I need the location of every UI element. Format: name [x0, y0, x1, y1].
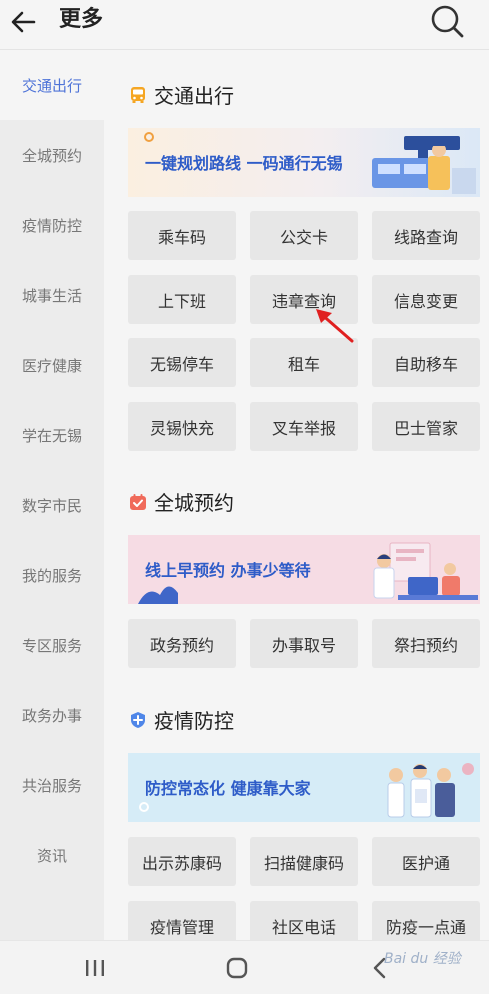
tile-violation-query[interactable]: 违章查询 — [250, 275, 358, 324]
recent-apps-icon — [86, 960, 104, 976]
shield-icon — [131, 712, 145, 728]
sidebar-item-co-governance[interactable]: 共治服务 — [0, 750, 104, 820]
banner-epidemic[interactable]: 防控常态化 健康靠大家 — [128, 753, 480, 822]
sidebar-item-my-services[interactable]: 我的服务 — [0, 540, 104, 610]
tile-self-move-car[interactable]: 自助移车 — [372, 338, 480, 387]
section-title-booking: 全城预约 — [154, 491, 234, 515]
tile-gov-booking[interactable]: 政务预约 — [128, 619, 236, 668]
tile-quick-charge[interactable]: 灵锡快充 — [128, 402, 236, 451]
tile-wuxi-parking[interactable]: 无锡停车 — [128, 338, 236, 387]
content-panel: 交通出行 一键规划路线 一码通行无锡 乘车码 公交卡 线路查询 上下班 违章查询… — [104, 50, 489, 940]
tile-forklift-report[interactable]: 叉车举报 — [250, 402, 358, 451]
sidebar-item-city-life[interactable]: 城事生活 — [0, 260, 104, 330]
tile-medical-pass[interactable]: 医护通 — [372, 837, 480, 886]
section-title-traffic: 交通出行 — [154, 84, 234, 108]
page-title: 更多 — [59, 7, 104, 32]
tile-community-phone[interactable]: 社区电话 — [250, 901, 358, 940]
banner-traffic[interactable]: 一键规划路线 一码通行无锡 — [128, 128, 480, 197]
home-button[interactable] — [217, 951, 257, 985]
banner-booking-text: 线上早预约 办事少等待 — [145, 561, 311, 580]
banner-traffic-text: 一键规划路线 一码通行无锡 — [145, 154, 343, 173]
sidebar-item-education[interactable]: 学在无锡 — [0, 400, 104, 470]
tile-scan-health-code[interactable]: 扫描健康码 — [250, 837, 358, 886]
tile-epidemic-one-stop[interactable]: 防疫一点通 — [372, 901, 480, 940]
search-button[interactable] — [428, 2, 466, 40]
tile-route-query[interactable]: 线路查询 — [372, 211, 480, 260]
search-icon — [431, 5, 464, 38]
home-icon — [226, 957, 248, 979]
section-title-epidemic: 疫情防控 — [154, 709, 234, 733]
banner-booking[interactable]: 线上早预约 办事少等待 — [128, 535, 480, 604]
back-arrow-icon — [11, 11, 36, 33]
tile-car-rental[interactable]: 租车 — [250, 338, 358, 387]
tile-show-health-code[interactable]: 出示苏康码 — [128, 837, 236, 886]
tile-info-change[interactable]: 信息变更 — [372, 275, 480, 324]
back-button[interactable] — [6, 4, 42, 40]
sidebar-item-medical[interactable]: 医疗健康 — [0, 330, 104, 400]
calendar-check-icon — [130, 494, 146, 510]
recent-apps-button[interactable] — [75, 951, 115, 985]
tile-take-number[interactable]: 办事取号 — [250, 619, 358, 668]
watermark: Bai du 经验 — [384, 951, 461, 967]
category-sidebar: 交通出行 全城预约 疫情防控 城事生活 医疗健康 学在无锡 数字市民 我的服务 … — [0, 50, 104, 940]
tile-commute[interactable]: 上下班 — [128, 275, 236, 324]
tile-epidemic-management[interactable]: 疫情管理 — [128, 901, 236, 940]
banner-epidemic-text: 防控常态化 健康靠大家 — [145, 779, 311, 798]
sidebar-item-news[interactable]: 资讯 — [0, 820, 104, 890]
sidebar-item-traffic[interactable]: 交通出行 — [0, 50, 104, 120]
sidebar-item-digital-citizen[interactable]: 数字市民 — [0, 470, 104, 540]
tile-bus-code[interactable]: 乘车码 — [128, 211, 236, 260]
sidebar-item-epidemic[interactable]: 疫情防控 — [0, 190, 104, 260]
top-bar: 更多 — [0, 0, 489, 50]
sidebar-item-zone-services[interactable]: 专区服务 — [0, 610, 104, 680]
tile-bus-card[interactable]: 公交卡 — [250, 211, 358, 260]
sidebar-item-government[interactable]: 政务办事 — [0, 680, 104, 750]
tile-tomb-sweeping-booking[interactable]: 祭扫预约 — [372, 619, 480, 668]
tile-bus-manager[interactable]: 巴士管家 — [372, 402, 480, 451]
sidebar-item-booking[interactable]: 全城预约 — [0, 120, 104, 190]
bus-icon — [131, 87, 145, 103]
